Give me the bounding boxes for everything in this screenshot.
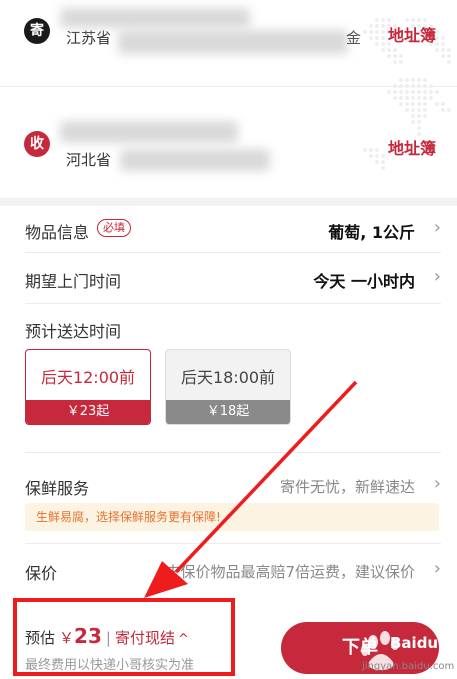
delivery-option-time: 后天12:00前	[40, 368, 136, 387]
chevron-right-icon: ›	[433, 217, 441, 238]
insurance-note: 未保价物品最高赔7倍运费，建议保价	[165, 563, 415, 581]
receiver-address-book-link[interactable]: 地址簿	[388, 135, 436, 159]
sender-address-row[interactable]: 寄 江苏省 金 地址簿	[0, 0, 457, 86]
annotation-highlight-box	[13, 598, 235, 676]
watermark-brand: Baidu 经验	[390, 634, 457, 652]
sender-badge: 寄	[24, 18, 50, 44]
divider	[25, 303, 441, 304]
required-tag: 必填	[97, 219, 131, 237]
order-info-panel: 物品信息 必填 葡萄, 1公斤 › 期望上门时间 今天 一小时内 › 预计送达时…	[0, 206, 457, 618]
chevron-right-icon: ›	[433, 558, 441, 579]
receiver-redaction	[120, 149, 270, 171]
receiver-name-redaction	[60, 121, 238, 143]
chevron-right-icon: ›	[433, 266, 441, 287]
fresh-service-note: 寄件无忧，新鲜速达	[279, 478, 415, 496]
fresh-service-label: 保鲜服务	[25, 479, 90, 498]
item-info-value: 葡萄, 1公斤	[328, 223, 415, 242]
delivery-option-1[interactable]: 后天12:00前 ￥23起	[25, 349, 151, 425]
sender-redaction	[60, 8, 250, 28]
sender-address-book-link[interactable]: 地址簿	[388, 22, 436, 46]
fresh-service-tip: 生鲜易腐，选择保鲜服务更有保障!	[25, 503, 439, 531]
receiver-address: 河北省	[66, 151, 112, 169]
insurance-row[interactable]: 保价 未保价物品最高赔7倍运费，建议保价 ›	[0, 544, 457, 598]
delivery-time-label: 预计送达时间	[25, 322, 122, 341]
insurance-label: 保价	[25, 564, 58, 583]
watermark-url: jingyan.baidu.com	[362, 661, 455, 672]
pickup-time-value: 今天 一小时内	[313, 272, 415, 291]
item-info-row[interactable]: 物品信息 必填 葡萄, 1公斤 ›	[0, 206, 457, 252]
delivery-option-price: ￥18起	[166, 400, 290, 424]
receiver-address-row[interactable]: 收 河北省 地址簿	[0, 86, 457, 198]
delivery-option-2[interactable]: 后天18:00前 ￥18起	[165, 349, 291, 425]
pickup-time-label: 期望上门时间	[25, 272, 122, 291]
sender-address: 江苏省	[66, 29, 112, 47]
pickup-time-row[interactable]: 期望上门时间 今天 一小时内 ›	[0, 253, 457, 303]
sender-address-tail: 金	[346, 29, 362, 47]
sender-redaction-2	[118, 30, 348, 54]
receiver-badge: 收	[24, 131, 50, 157]
item-info-label: 物品信息	[25, 223, 90, 242]
chevron-right-icon: ›	[433, 473, 441, 494]
delivery-option-time: 后天18:00前	[180, 368, 276, 387]
delivery-option-price: ￥23起	[26, 400, 150, 424]
address-card: 寄 江苏省 金 地址簿 收 河北省 地址簿	[0, 0, 457, 198]
